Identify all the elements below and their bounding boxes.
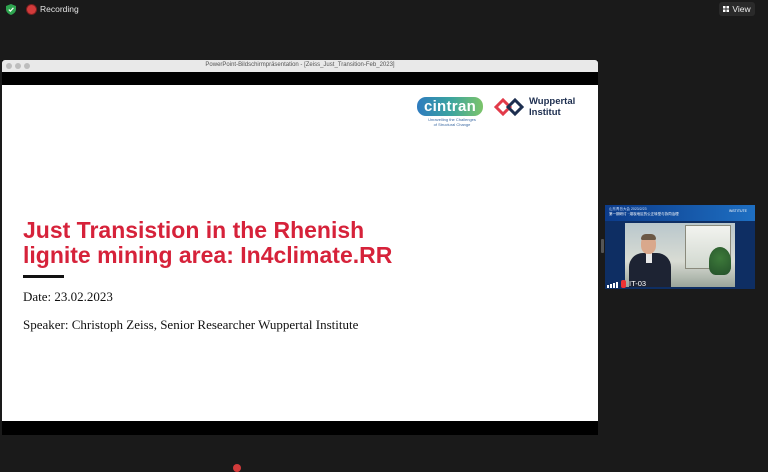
view-button[interactable]: View [719, 2, 755, 16]
banner-line2: 第一期研讨 · 煤炭地区的公正转型与协同治理 [609, 212, 679, 216]
view-button-label: View [732, 4, 751, 14]
muted-microphone-icon [621, 280, 626, 288]
security-shield-icon[interactable] [6, 4, 16, 15]
window-titlebar: PowerPoint-Bildschirmpräsentation - [Zei… [2, 60, 598, 72]
presentation-slide: cintran Unravelling the Challenges of St… [2, 85, 598, 421]
title-underline [23, 275, 64, 278]
recording-label: Recording [40, 4, 79, 14]
wuppertal-logo-line2: Institut [529, 107, 561, 118]
meeting-top-bar: Recording View [0, 0, 768, 20]
view-grid-icon [723, 6, 730, 12]
participant-hair [641, 234, 656, 240]
toolbar-indicator-icon [233, 464, 241, 472]
letterbox-top [2, 72, 598, 85]
participant-name: IT-03 [629, 279, 647, 288]
participant-name-bar: IT-03 [605, 279, 665, 289]
wuppertal-logo-text: Wuppertal Institut [529, 96, 575, 118]
slide-title-line2: lignite mining area: In4climate.RR [23, 242, 393, 268]
participant-video-tile[interactable]: 山东青岛大会 2023/2/23 第一期研讨 · 煤炭地区的公正转型与协同治理 … [605, 205, 755, 289]
panel-resize-handle[interactable] [601, 239, 604, 253]
slide-title-line1: Just Transistion in the Rhenish [23, 217, 365, 243]
cintran-logo: cintran Unravelling the Challenges of St… [417, 97, 483, 127]
cintran-tagline: Unravelling the Challenges of Structural… [421, 117, 483, 127]
cintran-tagline-line2: of Structural Change [433, 122, 471, 127]
window-title: PowerPoint-Bildschirmpräsentation - [Zei… [205, 62, 395, 68]
cintran-logo-wordmark: cintran [417, 97, 483, 116]
wuppertal-logo-line1: Wuppertal [529, 96, 576, 107]
shared-screen-window: PowerPoint-Bildschirmpräsentation - [Zei… [2, 60, 598, 435]
wuppertal-logo-icon [494, 97, 524, 117]
banner-logo: INSTITUTE [728, 209, 747, 213]
slide-date: Date: 23.02.2023 [23, 289, 113, 304]
background-plant [709, 247, 731, 275]
letterbox-bottom [2, 421, 598, 435]
participant-shirt [646, 253, 652, 263]
slide-speaker: Speaker: Christoph Zeiss, Senior Researc… [23, 317, 359, 332]
slide-title: Just Transistion in the Rhenish lignite … [23, 218, 583, 268]
recording-indicator-icon [27, 5, 36, 14]
virtual-background-banner: 山东青岛大会 2023/2/23 第一期研讨 · 煤炭地区的公正转型与协同治理 … [605, 205, 755, 221]
participant-video-feed [625, 223, 735, 287]
